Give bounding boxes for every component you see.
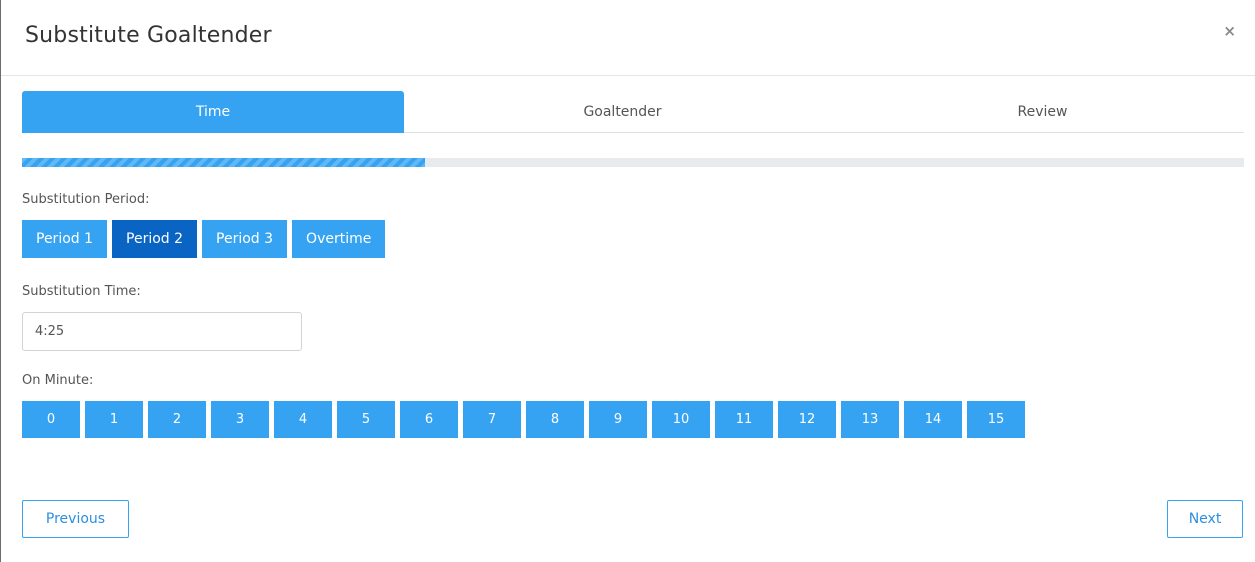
minute-button-7[interactable]: 7 [463, 401, 521, 438]
minute-button-5[interactable]: 5 [337, 401, 395, 438]
on-minute-label: On Minute: [22, 373, 94, 388]
wizard-progress-bar [22, 158, 1244, 167]
minute-button-3[interactable]: 3 [211, 401, 269, 438]
minute-button-8[interactable]: 8 [526, 401, 584, 438]
period-2-button[interactable]: Period 2 [112, 220, 198, 258]
substitution-time-input[interactable] [22, 312, 302, 351]
overtime-button[interactable]: Overtime [292, 220, 386, 258]
minute-button-12[interactable]: 12 [778, 401, 836, 438]
tab-goaltender[interactable]: Goaltender [404, 91, 841, 133]
minute-button-2[interactable]: 2 [148, 401, 206, 438]
minute-button-9[interactable]: 9 [589, 401, 647, 438]
modal-header: Substitute Goaltender × [1, 0, 1255, 76]
modal-title: Substitute Goaltender [25, 23, 272, 48]
minute-button-0[interactable]: 0 [22, 401, 80, 438]
substitution-period-label: Substitution Period: [22, 192, 150, 207]
minute-button-13[interactable]: 13 [841, 401, 899, 438]
next-button[interactable]: Next [1167, 500, 1243, 538]
substitute-goaltender-modal: Substitute Goaltender × Time Goaltender … [0, 0, 1255, 562]
previous-button[interactable]: Previous [22, 500, 129, 538]
minute-button-10[interactable]: 10 [652, 401, 710, 438]
substitution-time-label: Substitution Time: [22, 284, 141, 299]
minute-button-14[interactable]: 14 [904, 401, 962, 438]
minute-button-15[interactable]: 15 [967, 401, 1025, 438]
progress-fill [22, 158, 426, 167]
minute-button-11[interactable]: 11 [715, 401, 773, 438]
wizard-tabs: Time Goaltender Review [22, 91, 1244, 133]
period-3-button[interactable]: Period 3 [202, 220, 288, 258]
minute-button-4[interactable]: 4 [274, 401, 332, 438]
period-1-button[interactable]: Period 1 [22, 220, 108, 258]
minute-button-group: 0 1 2 3 4 5 6 7 8 9 10 11 12 13 14 15 [22, 401, 1025, 438]
close-icon[interactable]: × [1223, 22, 1236, 40]
minute-button-6[interactable]: 6 [400, 401, 458, 438]
tab-review[interactable]: Review [841, 91, 1244, 133]
minute-button-1[interactable]: 1 [85, 401, 143, 438]
period-button-group: Period 1 Period 2 Period 3 Overtime [22, 220, 386, 258]
tab-time[interactable]: Time [22, 91, 404, 133]
